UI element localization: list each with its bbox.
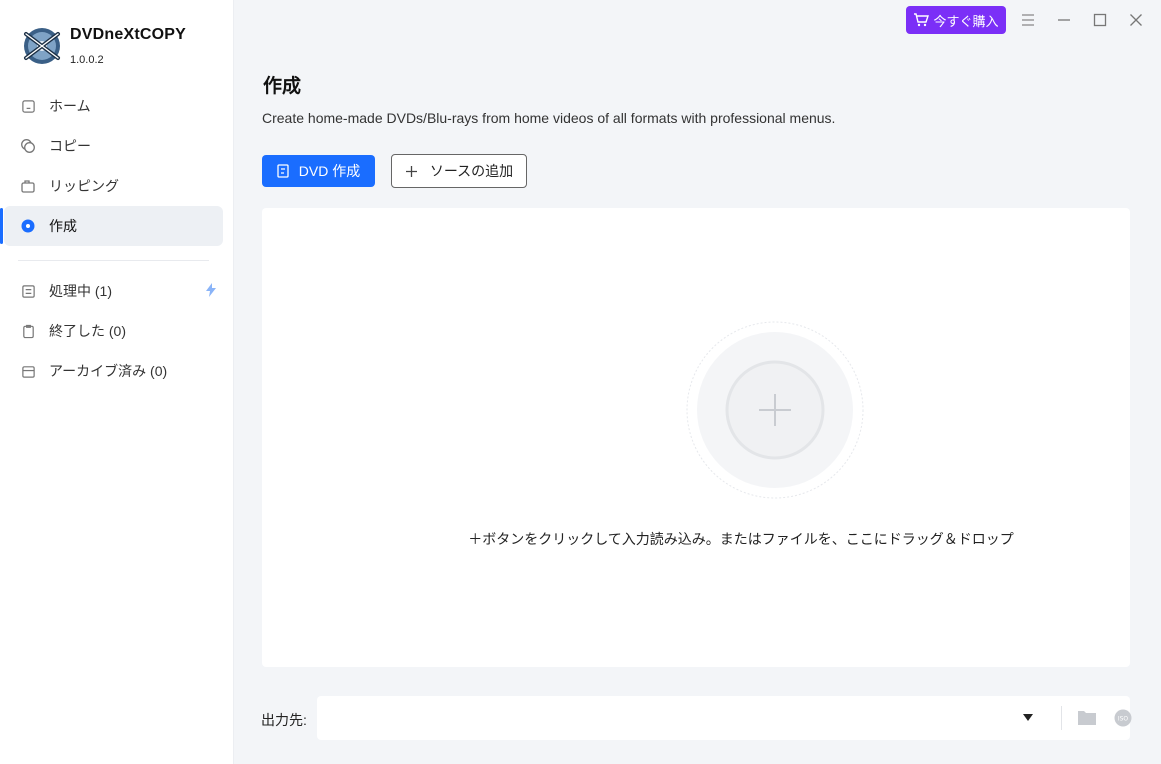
app-version: 1.0.0.2	[70, 54, 104, 66]
chevron-down-icon[interactable]	[1023, 714, 1033, 721]
sidebar-item-label: リッピング	[49, 178, 119, 194]
brand: DVDneXtCOPY 1.0.0.2	[22, 26, 186, 66]
divider	[1061, 706, 1062, 730]
copy-disc-icon	[20, 138, 36, 154]
home-icon	[20, 98, 36, 114]
output-destination-select[interactable]: ISO	[317, 696, 1132, 740]
sidebar-item-label: 作成	[49, 218, 77, 234]
folder-icon[interactable]	[1077, 709, 1097, 726]
add-source-label: ソースの追加	[429, 163, 514, 179]
archive-icon	[20, 363, 36, 379]
dvd-create-button[interactable]: DVD 作成	[262, 155, 375, 187]
sidebar: DVDneXtCOPY 1.0.0.2 ホーム コピー リッピング 作成 処理中…	[0, 0, 234, 764]
sidebar-item-processing[interactable]: 処理中 (1)	[4, 271, 223, 311]
drop-hint-text: ＋ボタンをクリックして入力読み込み。またはファイルを、ここにドラッグ＆ドロップ	[468, 531, 1014, 547]
svg-text:ISO: ISO	[1118, 716, 1129, 723]
clipboard-icon	[20, 323, 36, 339]
app-logo-icon	[24, 28, 60, 64]
sidebar-item-home[interactable]: ホーム	[4, 86, 223, 126]
create-disc-icon	[20, 218, 36, 234]
sidebar-item-archived[interactable]: アーカイブ済み (0)	[4, 351, 223, 391]
sidebar-item-label: アーカイブ済み (0)	[49, 363, 168, 379]
sidebar-item-finished[interactable]: 終了した (0)	[4, 311, 223, 351]
maximize-icon[interactable]	[1090, 10, 1110, 30]
ripping-icon	[20, 178, 36, 194]
add-file-circle-icon[interactable]	[685, 320, 865, 500]
sidebar-item-label: ホーム	[49, 98, 91, 114]
plus-icon	[405, 165, 417, 177]
cart-icon	[914, 13, 930, 27]
create-file-icon	[277, 164, 289, 178]
main-panel: 今すぐ購入 作成 Create home-made DVDs/Blu-rays …	[235, 0, 1161, 764]
sidebar-divider	[18, 260, 209, 261]
lightning-icon	[205, 283, 217, 300]
sidebar-item-copy[interactable]: コピー	[4, 126, 223, 166]
buy-now-label: 今すぐ購入	[933, 13, 999, 29]
title-bar: 今すぐ購入	[235, 0, 1161, 42]
sidebar-item-label: 処理中 (1)	[49, 283, 112, 299]
sidebar-nav: ホーム コピー リッピング 作成 処理中 (1) 終了した (0) アーカイブ済…	[0, 86, 223, 391]
processing-list-icon	[20, 283, 36, 299]
output-label: 出力先:	[261, 712, 307, 728]
file-drop-area[interactable]: ＋ボタンをクリックして入力読み込み。またはファイルを、ここにドラッグ＆ドロップ	[262, 208, 1130, 667]
buy-now-button[interactable]: 今すぐ購入	[906, 6, 1006, 34]
sidebar-item-label: コピー	[49, 138, 91, 154]
add-source-button[interactable]: ソースの追加	[391, 154, 527, 188]
iso-icon[interactable]: ISO	[1114, 709, 1132, 727]
page-description: Create home-made DVDs/Blu-rays from home…	[262, 110, 836, 126]
dvd-create-label: DVD 作成	[298, 163, 361, 179]
minimize-icon[interactable]	[1054, 10, 1074, 30]
sidebar-item-create[interactable]: 作成	[0, 206, 223, 246]
page-title: 作成	[263, 76, 302, 97]
menu-icon[interactable]	[1018, 10, 1038, 30]
close-icon[interactable]	[1126, 10, 1146, 30]
app-name: DVDneXtCOPY	[70, 26, 186, 43]
sidebar-item-label: 終了した (0)	[49, 323, 126, 339]
sidebar-item-ripping[interactable]: リッピング	[4, 166, 223, 206]
